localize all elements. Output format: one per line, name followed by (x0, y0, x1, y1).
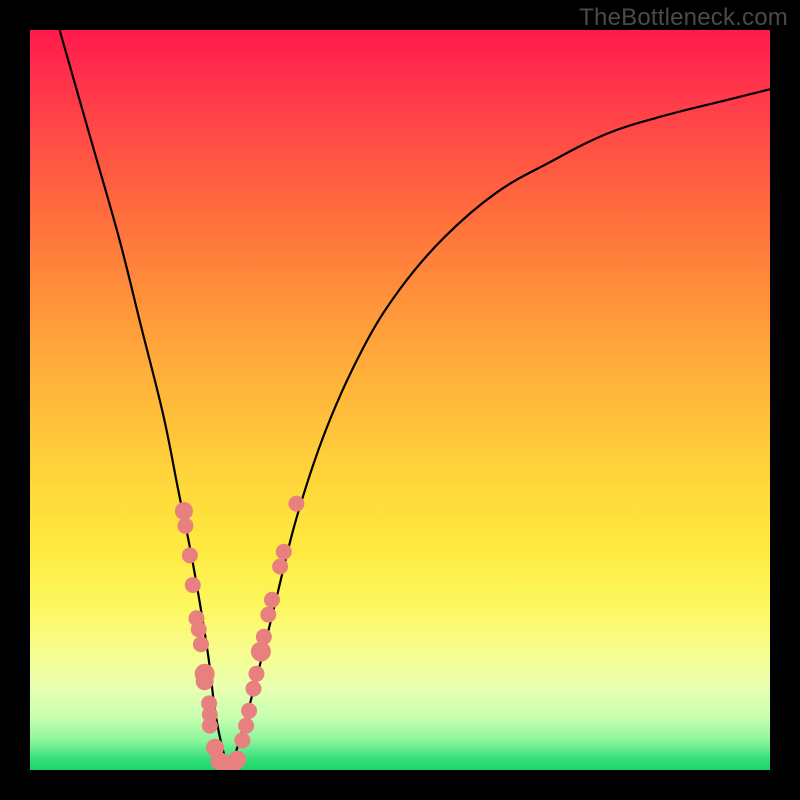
data-dot (251, 642, 271, 662)
data-dot (248, 666, 264, 682)
data-dot (193, 636, 209, 652)
data-dot (202, 718, 218, 734)
data-dot (272, 559, 288, 575)
data-dot (191, 621, 207, 637)
data-dot (228, 751, 246, 769)
data-dot (260, 607, 276, 623)
data-dot (264, 592, 280, 608)
chart-frame: TheBottleneck.com (0, 0, 800, 800)
data-dot (241, 703, 257, 719)
data-dot (196, 672, 214, 690)
data-dot (234, 732, 250, 748)
data-dot (288, 496, 304, 512)
plot-area (30, 30, 770, 770)
data-dot (175, 502, 193, 520)
data-dot (177, 518, 193, 534)
watermark-label: TheBottleneck.com (579, 4, 788, 32)
data-dot (245, 681, 261, 697)
data-dot (276, 544, 292, 560)
bottleneck-curve (60, 30, 770, 770)
data-dot (182, 547, 198, 563)
data-dot (256, 629, 272, 645)
data-dots (175, 496, 304, 770)
data-dot (238, 718, 254, 734)
data-dot (185, 577, 201, 593)
curve-layer (30, 30, 770, 770)
